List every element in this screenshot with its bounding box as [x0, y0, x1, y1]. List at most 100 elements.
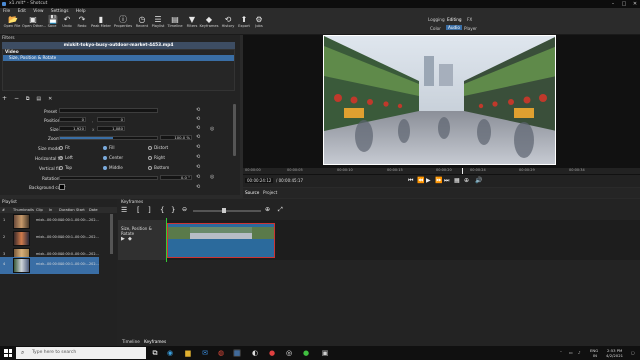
- menu-file[interactable]: File: [3, 9, 10, 14]
- app-icon-1[interactable]: ◐: [251, 349, 259, 357]
- network-icon[interactable]: ▭: [569, 350, 573, 355]
- playlist-row[interactable]: 2 mixk... 00:00:0... 00:00:1... 00:00:..…: [0, 230, 99, 247]
- position-y-input[interactable]: 0: [97, 117, 125, 122]
- zoom-reset-icon[interactable]: ⟲: [196, 134, 200, 140]
- play-icon[interactable]: ▶: [426, 177, 431, 184]
- size-mode-fit[interactable]: Fit: [59, 145, 70, 150]
- windows-start-icon[interactable]: [4, 349, 12, 357]
- playlist-row[interactable]: 1 mixk... 00:00:0... 00:00:1... 00:00:..…: [0, 213, 99, 230]
- keyframe-clip[interactable]: [167, 223, 275, 258]
- zoom-fit-icon[interactable]: ⤢: [278, 206, 283, 214]
- close-button[interactable]: ✕: [630, 0, 640, 8]
- copy-filter-button[interactable]: ⧉: [26, 96, 30, 102]
- menu-settings[interactable]: Settings: [51, 9, 69, 14]
- paste-filter-button[interactable]: ▤: [36, 96, 41, 102]
- rotation-keyframe-icon[interactable]: ◎: [210, 174, 214, 180]
- minimize-button[interactable]: –: [608, 0, 618, 8]
- layout-editing[interactable]: Editing: [447, 17, 462, 22]
- time-ruler[interactable]: 00:00:00 00:00:05 00:00:10 00:00:15 00:0…: [243, 168, 640, 174]
- grid-icon[interactable]: ▦: [454, 177, 460, 184]
- layout-logging[interactable]: Logging: [428, 17, 445, 22]
- vfit-reset-icon[interactable]: ⟲: [196, 164, 200, 170]
- menu-help[interactable]: Help: [76, 9, 86, 14]
- zoom-in-icon[interactable]: ⊕: [265, 206, 270, 213]
- size-mode-distort[interactable]: Distort: [148, 145, 168, 150]
- position-x-input[interactable]: 0: [59, 117, 86, 122]
- volume-tray-icon[interactable]: ♪: [578, 350, 580, 355]
- chrome-icon[interactable]: ◍: [217, 349, 225, 357]
- vfit-bottom[interactable]: Bottom: [148, 165, 169, 170]
- layout-player[interactable]: Player: [464, 26, 477, 31]
- rotation-slider[interactable]: [59, 176, 158, 180]
- app-icon-2[interactable]: ●: [268, 349, 276, 357]
- keyframes-zoom-slider[interactable]: [193, 210, 261, 212]
- set-in-icon[interactable]: {: [160, 206, 164, 214]
- open-file-button[interactable]: 📂 Open File: [1, 16, 23, 34]
- vfit-top[interactable]: Top: [59, 165, 72, 170]
- hfit-right[interactable]: Right: [148, 155, 165, 160]
- skip-next-icon[interactable]: ⏭: [444, 177, 449, 185]
- menu-icon[interactable]: ☰: [121, 206, 127, 214]
- fast-forward-icon[interactable]: ⏩: [435, 177, 442, 184]
- video-frame[interactable]: [323, 35, 556, 165]
- layout-audio[interactable]: Audio: [446, 25, 462, 30]
- size-width-input[interactable]: 1,920: [59, 126, 86, 131]
- zoom-icon[interactable]: ⊕: [464, 177, 469, 184]
- app-icon-4[interactable]: ●: [302, 349, 310, 357]
- zoom-input[interactable]: 100.0 %: [160, 135, 192, 140]
- playlist-row-selected[interactable]: 4 mixk... 00:00:0... 00:00:1... 00:00:..…: [0, 257, 99, 274]
- size-mode-fill[interactable]: Fill: [103, 145, 115, 150]
- shotcut-taskbar-icon[interactable]: ▦: [233, 349, 241, 357]
- preset-save-icon[interactable]: ⟲: [196, 107, 200, 113]
- bgcolor-reset-icon[interactable]: ⟲: [196, 184, 200, 190]
- vfit-middle[interactable]: Middle: [103, 165, 123, 170]
- filters-scrollbar[interactable]: [233, 104, 236, 156]
- skip-previous-icon[interactable]: ⏮: [408, 177, 413, 185]
- next-keyframe-icon[interactable]: ]: [148, 206, 151, 214]
- viewer-playhead[interactable]: [462, 168, 463, 174]
- tab-keyframes[interactable]: Keyframes: [144, 339, 166, 344]
- hfit-reset-icon[interactable]: ⟲: [196, 154, 200, 160]
- rotation-reset-icon[interactable]: ⟲: [196, 174, 200, 180]
- tab-project[interactable]: Project: [263, 190, 277, 195]
- prev-keyframe-icon[interactable]: [: [137, 206, 140, 214]
- app-icon-3[interactable]: ◎: [285, 349, 293, 357]
- tab-source[interactable]: Source: [245, 190, 259, 195]
- track-prev-icon[interactable]: ▶: [121, 236, 125, 242]
- layout-fx[interactable]: FX: [467, 17, 472, 22]
- set-out-icon[interactable]: }: [171, 206, 175, 214]
- zoom-out-icon[interactable]: ⊖: [182, 206, 187, 213]
- peak-meter-button[interactable]: ▮ Peak Meter: [90, 16, 112, 34]
- bgcolor-swatch[interactable]: [59, 184, 65, 190]
- hfit-left[interactable]: Left: [59, 155, 73, 160]
- timeline-playhead[interactable]: [166, 218, 167, 262]
- deselect-filter-button[interactable]: ✕: [48, 96, 52, 102]
- playlist-scrollbar[interactable]: [110, 214, 113, 254]
- jobs-button[interactable]: ⚙ Jobs: [248, 16, 270, 34]
- rewind-icon[interactable]: ⏪: [417, 177, 424, 184]
- taskbar-search[interactable]: ⌕ Type here to search: [16, 347, 146, 359]
- position-reset-icon[interactable]: ⟲: [196, 116, 200, 122]
- tab-timeline[interactable]: Timeline: [122, 339, 140, 344]
- zoom-slider[interactable]: [59, 136, 158, 140]
- size-height-input[interactable]: 1,080: [97, 126, 125, 131]
- mail-icon[interactable]: ✉: [201, 349, 209, 357]
- task-view-icon[interactable]: ⧉: [151, 349, 159, 357]
- file-explorer-icon[interactable]: ▆: [184, 349, 192, 357]
- remove-filter-button[interactable]: −: [14, 95, 19, 102]
- volume-icon[interactable]: 🔊: [475, 177, 482, 184]
- maximize-button[interactable]: □: [619, 0, 629, 8]
- size-mode-reset-icon[interactable]: ⟲: [196, 144, 200, 150]
- menu-view[interactable]: View: [33, 9, 43, 14]
- edge-icon[interactable]: ◉: [166, 349, 174, 357]
- filter-item-size-position-rotate[interactable]: Size, Position & Rotate: [3, 55, 234, 61]
- app-icon-5[interactable]: ▣: [321, 349, 329, 357]
- zoom-slider-handle[interactable]: [222, 208, 226, 213]
- layout-color[interactable]: Color: [430, 26, 441, 31]
- menu-edit[interactable]: Edit: [18, 9, 26, 14]
- hfit-center[interactable]: Center: [103, 155, 123, 160]
- tray-chevron-icon[interactable]: ˄: [560, 350, 562, 355]
- preset-dropdown[interactable]: [59, 108, 158, 113]
- add-filter-button[interactable]: +: [2, 95, 7, 102]
- size-reset-icon[interactable]: ⟲: [196, 125, 200, 131]
